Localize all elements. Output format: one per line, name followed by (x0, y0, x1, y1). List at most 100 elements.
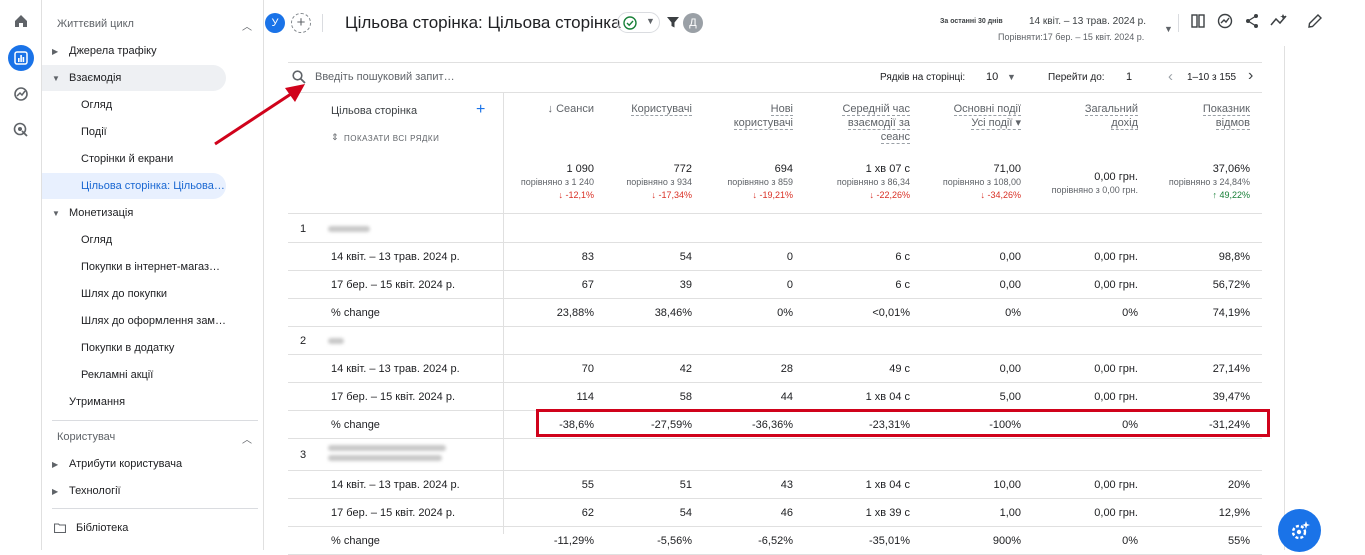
caret-right-icon: ▶ (52, 459, 59, 469)
total-compare: порівняно з 0,00 грн. (1051, 185, 1138, 195)
metric-cell: -11,29% (553, 535, 594, 547)
insights-icon[interactable] (1217, 13, 1233, 29)
metric-cell: 0,00 грн. (1094, 391, 1138, 403)
redacted-page-path (328, 338, 344, 344)
rows-per-page-select[interactable]: 10 (986, 71, 998, 83)
content-border (1284, 46, 1285, 550)
gear-sparkle-icon (1291, 521, 1310, 540)
metric-header-label: користувачі (733, 117, 793, 130)
table-row[interactable]: 17 бер. – 15 квіт. 2024 р. 114 58 44 1 хв 04… (288, 383, 1262, 411)
nav-item-label: Бібліотека (76, 522, 129, 534)
search-input[interactable]: Введіть пошуковий запит… (315, 71, 515, 83)
metric-cell: 0,00 грн. (1094, 507, 1138, 519)
home-icon[interactable] (8, 8, 34, 34)
date-caret-icon[interactable]: ▼ (1164, 24, 1173, 34)
metric-cell: 55% (1227, 535, 1250, 547)
prev-page-icon[interactable]: ‹ (1168, 68, 1173, 85)
total-change: ↓ -22,26% (869, 190, 910, 200)
total-value: 1 хв 07 с (865, 163, 910, 175)
nav-item-checkout-journey[interactable]: Шлях до оформлення зам… (42, 308, 264, 334)
table-row[interactable]: 14 квіт. – 13 трав. 2024 р. 70 42 28 49 с 0,0… (288, 355, 1262, 383)
edit-icon[interactable] (1307, 13, 1323, 29)
page-title: Цільова сторінка: Цільова сторінка (345, 13, 621, 32)
total-compare: порівняно з 86,34 (836, 177, 910, 187)
trend-icon[interactable] (1270, 13, 1288, 29)
caret-down-icon: ▼ (52, 73, 60, 83)
reports-icon[interactable] (8, 45, 34, 71)
nav-section-lifecycle[interactable]: Життєвий цикл ︿ (42, 11, 264, 37)
table-row[interactable]: 14 квіт. – 13 трав. 2024 р. 83 54 0 6 с 0,00 0… (288, 243, 1262, 271)
nav-item-engagement[interactable]: ▼ Взаємодія (42, 65, 226, 91)
metric-header[interactable]: Загальний дохід (1028, 102, 1138, 130)
explore-icon[interactable] (8, 81, 34, 107)
filter-avatar[interactable]: Д (683, 13, 703, 33)
table-row[interactable]: 14 квіт. – 13 трав. 2024 р. 55 51 43 1 хв 04… (288, 471, 1262, 499)
metric-cell: 42 (679, 363, 692, 375)
nav-item-landing-page[interactable]: Цільова сторінка: Цільова… (42, 173, 226, 199)
metric-cell: 10,00 (993, 479, 1021, 491)
nav-item-traffic[interactable]: ▶ Джерела трафіку (42, 38, 264, 64)
date-preset-label: За останні 30 днів (940, 18, 1003, 25)
nav-item-library[interactable]: Бібліотека (42, 515, 264, 541)
nav-item-tech[interactable]: ▶ Технології (42, 478, 264, 504)
nav-item-promotions[interactable]: Рекламні акції (42, 362, 264, 388)
dimension-header[interactable]: Цільова сторінка (331, 105, 417, 117)
nav-section-user[interactable]: Користувач ︿ (42, 424, 264, 450)
show-all-rows-button[interactable]: ПОКАЗАТИ ВСІ РЯДКИ (344, 134, 439, 143)
metric-cell: 62 (581, 507, 594, 519)
metric-header[interactable]: ↓ Сеанси (504, 102, 594, 116)
compare-columns-icon[interactable] (1190, 13, 1206, 29)
metric-header[interactable]: Нові користувачі (698, 102, 793, 130)
nav-item-monetization-overview[interactable]: Огляд (42, 227, 264, 253)
total-change: ↓ -17,34% (651, 190, 692, 200)
goto-input[interactable]: 1 (1126, 71, 1132, 83)
table-row[interactable]: 17 бер. – 15 квіт. 2024 р. 67 39 0 6 с 0,00 0,… (288, 271, 1262, 299)
metric-cell: -6,52% (758, 535, 793, 547)
next-page-icon[interactable]: › (1248, 67, 1253, 85)
add-dimension-icon[interactable]: + (476, 101, 485, 119)
total-compare: порівняно з 108,00 (942, 177, 1021, 187)
metric-cell: -35,01% (869, 535, 910, 547)
table-top-border (288, 62, 1262, 63)
table-row[interactable]: % change -11,29% -5,56% -6,52% -35,01% 900% 0%… (288, 527, 1262, 555)
row-label: 17 бер. – 15 квіт. 2024 р. (331, 279, 456, 291)
metric-cell: 5,00 (999, 391, 1021, 403)
metric-header[interactable]: Основні події Усі події ▾ (917, 102, 1021, 130)
nav-item-monetization[interactable]: ▼ Монетизація (42, 200, 264, 226)
share-icon[interactable] (1244, 13, 1260, 29)
metric-header[interactable]: Показник відмов (1145, 102, 1250, 130)
nav-item-in-app[interactable]: Покупки в додатку (42, 335, 264, 361)
segment-avatar[interactable]: У (265, 13, 285, 33)
nav-item-retention[interactable]: Утримання (42, 389, 264, 415)
metric-total: 71,00 порівняно з 108,00 ↓ -34,26% (897, 162, 1021, 202)
nav-item-purchase-journey[interactable]: Шлях до покупки (42, 281, 264, 307)
row-index: 2 (300, 335, 307, 347)
caret-down-icon[interactable]: ▼ (1007, 72, 1016, 82)
metric-cell: 27,14% (1212, 363, 1250, 375)
row-label: 14 квіт. – 13 трав. 2024 р. (331, 479, 460, 491)
nav-item-label: Сторінки й екрани (81, 153, 174, 165)
advertising-icon[interactable] (8, 117, 34, 143)
row-index: 1 (300, 223, 307, 235)
filter-icon[interactable] (666, 15, 680, 29)
metric-header[interactable]: Середній час взаємодії за сеанс (800, 102, 910, 144)
status-chip[interactable]: ▼ (617, 12, 660, 33)
metric-cell: 114 (576, 391, 594, 403)
metric-total: 694 порівняно з 859 ↓ -19,21% (678, 162, 793, 202)
nav-item-user-attributes[interactable]: ▶ Атрибути користувача (42, 451, 264, 477)
nav-item-ecommerce[interactable]: Покупки в інтернет-магаз… (42, 254, 264, 280)
metric-header[interactable]: Користувачі (600, 102, 692, 116)
check-circle-icon (623, 16, 637, 30)
row-label: 17 бер. – 15 квіт. 2024 р. (331, 507, 456, 519)
unfold-icon: ⇕ (331, 132, 339, 142)
add-comparison-icon[interactable]: + (291, 13, 311, 33)
metric-cell: 0,00 грн. (1094, 479, 1138, 491)
caret-right-icon: ▶ (52, 486, 59, 496)
table-row[interactable]: 17 бер. – 15 квіт. 2024 р. 62 54 46 1 хв 39 … (288, 499, 1262, 527)
metric-cell: -5,56% (657, 535, 692, 547)
date-range[interactable]: 14 квіт. – 13 трав. 2024 р. (1029, 16, 1146, 27)
compare-range[interactable]: Порівняти:17 бер. – 15 квіт. 2024 р. (998, 32, 1144, 42)
table-row[interactable]: % change 23,88% 38,46% 0% <0,01% 0% 0% 74,19% (288, 299, 1262, 327)
assist-button[interactable] (1278, 509, 1321, 552)
total-change: ↓ -34,26% (980, 190, 1021, 200)
